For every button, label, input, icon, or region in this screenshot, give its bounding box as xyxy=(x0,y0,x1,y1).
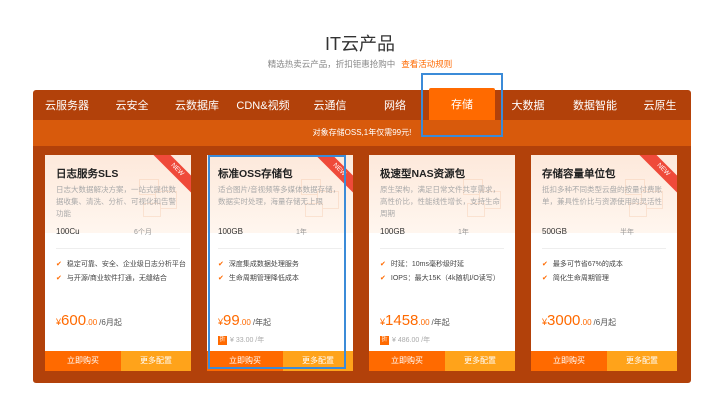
tab-cloud-security[interactable]: 云安全 xyxy=(101,90,163,120)
check-icon: ✔ xyxy=(542,261,548,268)
feature-text: IOPS：最大15K（4k随机I/O读写） xyxy=(390,275,500,282)
feature-text: 简化生命周期管理 xyxy=(552,275,609,282)
price: ¥1458.00/年起 xyxy=(380,312,450,330)
price-decimal: .00 xyxy=(239,318,251,327)
feature-text: 深度集成数据处理服务 xyxy=(228,261,299,268)
promo-banner[interactable]: 对象存储OSS,1年仅需99元! xyxy=(33,120,691,146)
price-period: /年起 xyxy=(431,318,450,327)
divider xyxy=(218,248,342,249)
price-integer: 3000 xyxy=(547,312,581,329)
card-actions: 立即购买 更多配置 xyxy=(45,351,191,371)
spec-value: 100Cu xyxy=(56,227,80,236)
feature-item: ✔ IOPS：最大15K（4k随机I/O读写） xyxy=(380,273,500,283)
original-price: 折 ¥ 486.00 /年 xyxy=(380,335,430,345)
divider xyxy=(380,248,504,249)
price-decimal: .00 xyxy=(418,318,430,327)
feature-item: ✔ 生命周期管理降低成本 xyxy=(218,273,299,283)
check-icon: ✔ xyxy=(380,275,386,282)
card-actions: 立即购买 更多配置 xyxy=(531,351,677,371)
category-tabs: 云服务器 云安全 云数据库 CDN&视频云 云通信 网络 存储 大数据 数据智能… xyxy=(33,88,691,145)
price-period: /6月起 xyxy=(593,318,617,327)
buy-now-button[interactable]: 立即购买 xyxy=(369,351,445,371)
spec-value: 100GB xyxy=(218,227,243,236)
card-description: 抵扣多种不同类型云盘的按量付费账单，兼具性价比与资源使用的灵活性 xyxy=(542,185,662,206)
more-config-button[interactable]: 更多配置 xyxy=(607,351,677,371)
card-actions: 立即购买 更多配置 xyxy=(207,351,353,371)
price: ¥3000.00/6月起 xyxy=(542,312,616,330)
card-description: 日志大数据解决方案，一站式提供数据收集、清洗、分析、可视化和告警功能 xyxy=(56,185,176,218)
card-title: 日志服务SLS xyxy=(56,168,119,180)
product-card: NEW 日志服务SLS 日志大数据解决方案，一站式提供数据收集、清洗、分析、可视… xyxy=(45,155,191,371)
spec-duration: 1年 xyxy=(458,229,469,236)
more-config-button[interactable]: 更多配置 xyxy=(283,351,353,371)
tab-cloud-server[interactable]: 云服务器 xyxy=(33,90,101,120)
spec-duration: 6个月 xyxy=(134,229,152,236)
card-title: 存储容量单位包 xyxy=(542,168,616,180)
check-icon: ✔ xyxy=(380,261,386,268)
feature-text: 生命周期管理降低成本 xyxy=(228,275,299,282)
price-integer: 600 xyxy=(61,312,87,329)
tab-big-data[interactable]: 大数据 xyxy=(495,90,561,120)
discount-tag-icon: 折 xyxy=(218,335,227,345)
price-integer: 99 xyxy=(223,312,240,329)
tab-cloud-native[interactable]: 云原生 xyxy=(629,90,691,120)
tab-network[interactable]: 网络 xyxy=(365,90,425,120)
tab-cloud-communication[interactable]: 云通信 xyxy=(295,90,365,120)
product-panel: 云服务器 云安全 云数据库 CDN&视频云 云通信 网络 存储 大数据 数据智能… xyxy=(33,88,691,383)
check-icon: ✔ xyxy=(56,275,62,282)
feature-text: 稳定可靠、安全、企业级日志分析平台 xyxy=(66,261,186,268)
original-price-text: ¥ 486.00 /年 xyxy=(392,337,431,344)
feature-text: 最多可节省67%的成本 xyxy=(552,261,623,268)
divider xyxy=(542,248,666,249)
price-period: /6月起 xyxy=(99,318,122,327)
feature-item: ✔ 最多可节省67%的成本 xyxy=(542,259,623,269)
feature-item: ✔ 稳定可靠、安全、企业级日志分析平台 xyxy=(56,259,186,269)
price-decimal: .00 xyxy=(86,318,98,327)
more-config-button[interactable]: 更多配置 xyxy=(445,351,515,371)
spec-duration: 半年 xyxy=(620,229,634,236)
buy-now-button[interactable]: 立即购买 xyxy=(45,351,121,371)
card-title: 极速型NAS资源包 xyxy=(380,168,466,180)
check-icon: ✔ xyxy=(218,261,224,268)
check-icon: ✔ xyxy=(56,261,62,268)
subtitle-text: 精选热卖云产品，折扣钜惠抢购中 xyxy=(267,59,396,69)
tab-data-intelligence[interactable]: 数据智能 xyxy=(561,90,629,120)
product-card: NEW 存储容量单位包 抵扣多种不同类型云盘的按量付费账单，兼具性价比与资源使用… xyxy=(531,155,677,371)
original-price-text: ¥ 33.00 /年 xyxy=(230,337,265,344)
price-integer: 1458 xyxy=(385,312,419,329)
feature-item: ✔ 简化生命周期管理 xyxy=(542,273,609,283)
feature-text: 时延：10ms毫秒级时延 xyxy=(390,261,464,268)
price-decimal: .00 xyxy=(580,318,592,327)
feature-item: ✔ 时延：10ms毫秒级时延 xyxy=(380,259,464,269)
product-card: NEW 标准OSS存储包 适合图片/音视频等多媒体数据存储，数据实时处理，海量存… xyxy=(207,155,353,371)
divider xyxy=(56,248,180,249)
price-period: /年起 xyxy=(252,318,272,327)
price: ¥600.00/6月起 xyxy=(56,312,122,330)
feature-item: ✔ 深度集成数据处理服务 xyxy=(218,259,299,269)
spec-value: 500GB xyxy=(542,227,567,236)
tab-storage[interactable]: 存储 xyxy=(429,88,495,120)
feature-text: 与开源/商业软件打通，无缝结合 xyxy=(66,275,167,282)
spec-duration: 1年 xyxy=(296,229,307,236)
feature-item: ✔ 与开源/商业软件打通，无缝结合 xyxy=(56,273,167,283)
page-subtitle: 精选热卖云产品，折扣钜惠抢购中 查看活动规则 xyxy=(0,58,720,70)
page-title: IT云产品 xyxy=(325,34,395,54)
tab-cdn-video[interactable]: CDN&视频云 xyxy=(231,90,295,145)
product-card: 极速型NAS资源包 原生架构，满足日常文件共享需求，高性价比，性能线性增长，支持… xyxy=(369,155,515,371)
discount-tag-icon: 折 xyxy=(380,335,389,345)
price: ¥99.00/年起 xyxy=(218,312,271,330)
spec-value: 100GB xyxy=(380,227,405,236)
buy-now-button[interactable]: 立即购买 xyxy=(207,351,283,371)
tab-cloud-database[interactable]: 云数据库 xyxy=(163,90,231,120)
card-actions: 立即购买 更多配置 xyxy=(369,351,515,371)
original-price: 折 ¥ 33.00 /年 xyxy=(218,335,264,345)
more-config-button[interactable]: 更多配置 xyxy=(121,351,191,371)
buy-now-button[interactable]: 立即购买 xyxy=(531,351,607,371)
card-title: 标准OSS存储包 xyxy=(218,168,293,180)
check-icon: ✔ xyxy=(218,275,224,282)
activity-rules-link[interactable]: 查看活动规则 xyxy=(401,59,452,69)
card-description: 适合图片/音视频等多媒体数据存储，数据实时处理，海量存储无上限 xyxy=(218,185,341,206)
check-icon: ✔ xyxy=(542,275,548,282)
card-description: 原生架构，满足日常文件共享需求，高性价比，性能线性增长，支持生命周期 xyxy=(380,185,500,218)
